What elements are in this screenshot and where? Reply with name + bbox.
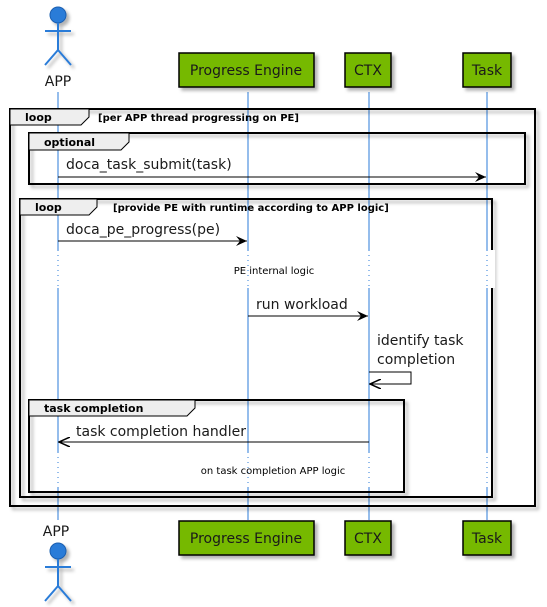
participant-task-label-top: Task (471, 63, 503, 79)
participant-task-label-bottom: Task (471, 531, 503, 547)
message-pe-progress-label: doca_pe_progress(pe) (66, 222, 220, 238)
delay-pe-internal-label: PE internal logic (234, 266, 315, 277)
message-identify-completion-line2: completion (377, 352, 455, 368)
participant-ctx-label-bottom: CTX (354, 531, 382, 547)
sequence-diagram: APP Progress Engine CTX Task loop [per A… (9, 6, 536, 602)
fragment-inner-loop-guard: [provide PE with runtime according to AP… (113, 203, 389, 214)
message-identify-completion-line1: identify task (377, 333, 464, 349)
message-run-workload-label: run workload (256, 297, 348, 313)
message-run-workload[interactable]: run workload (248, 297, 368, 321)
message-pe-progress[interactable]: doca_pe_progress(pe) (58, 222, 247, 246)
participant-pe-bottom[interactable]: Progress Engine (178, 520, 315, 556)
actor-app-bottom[interactable] (44, 542, 72, 602)
fragment-task-completion-label: task completion (44, 402, 143, 415)
message-completion-handler[interactable]: task completion handler (59, 424, 369, 442)
actor-app-label-bottom: APP (43, 524, 69, 540)
fragment-outer-loop-guard: [per APP thread progressing on PE] (98, 113, 299, 124)
participant-ctx-top[interactable]: CTX (344, 52, 392, 88)
message-completion-handler-label: task completion handler (76, 424, 246, 440)
participant-pe-label-top: Progress Engine (190, 63, 302, 79)
delay-app-logic: on task completion APP logic (50, 452, 491, 488)
actor-app-top[interactable] (44, 6, 72, 66)
message-task-submit[interactable]: doca_task_submit(task) (58, 157, 486, 182)
participant-task-bottom[interactable]: Task (462, 520, 512, 556)
actor-app-label-top: APP (45, 74, 71, 90)
fragment-outer-loop-label: loop (25, 111, 52, 124)
participant-pe-top[interactable]: Progress Engine (178, 52, 315, 88)
fragment-optional-label: optional (44, 136, 95, 149)
participant-pe-label-bottom: Progress Engine (190, 531, 302, 547)
message-identify-completion[interactable]: identify task completion (369, 333, 464, 384)
participant-ctx-label-top: CTX (354, 63, 382, 79)
participant-task-top[interactable]: Task (462, 52, 512, 88)
delay-pe-internal: PE internal logic (50, 250, 495, 288)
fragment-inner-loop-label: loop (35, 201, 62, 214)
delay-app-logic-label: on task completion APP logic (201, 466, 345, 477)
participant-ctx-bottom[interactable]: CTX (344, 520, 392, 556)
message-task-submit-label: doca_task_submit(task) (66, 157, 232, 173)
